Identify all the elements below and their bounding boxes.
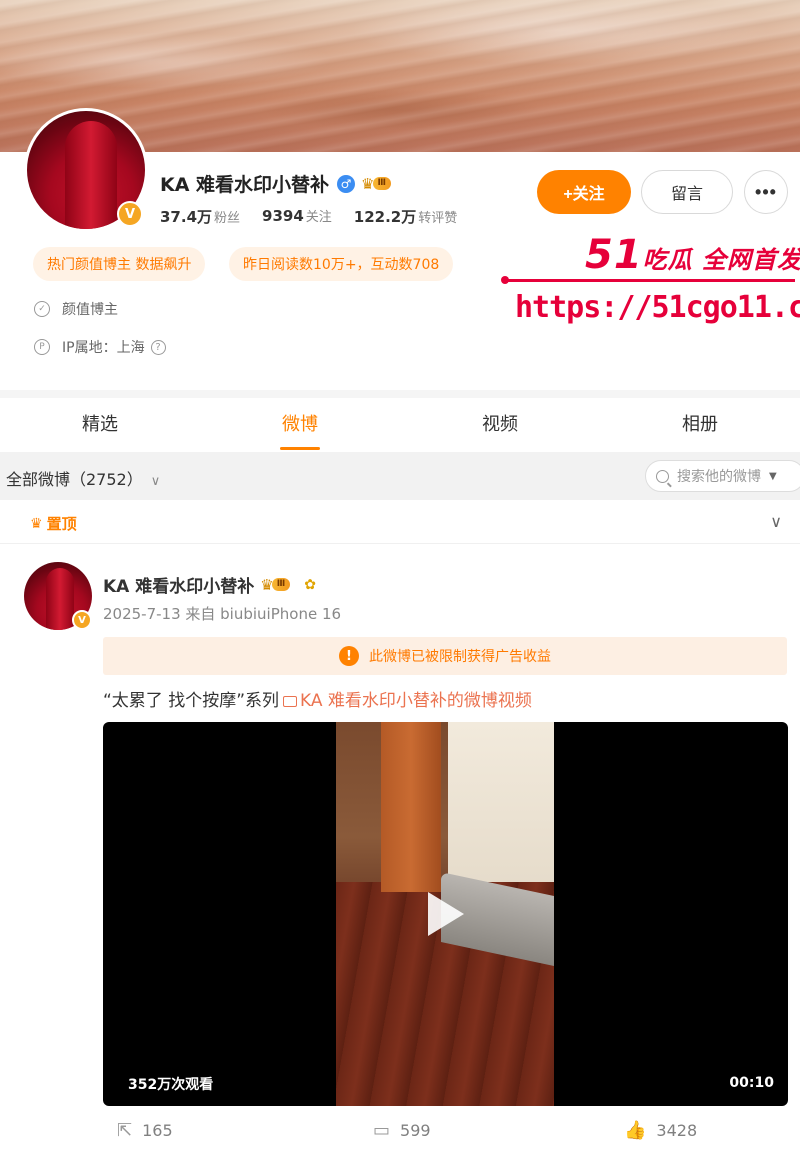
crown-icon: ♛ bbox=[30, 515, 43, 532]
vip-crown-icon[interactable]: ♛ Ⅲ bbox=[361, 175, 392, 193]
post-timestamp[interactable]: 2025-7-13 来自 biubiuiPhone 16 bbox=[103, 603, 341, 624]
video-duration: 00:10 bbox=[729, 1075, 774, 1091]
tab-album[interactable]: 相册 bbox=[600, 398, 800, 452]
interactions-stat[interactable]: 122.2万 转评赞 bbox=[354, 206, 457, 227]
post-verified-badge-icon: V bbox=[72, 610, 92, 630]
watermark-divider bbox=[501, 276, 795, 284]
all-posts-filter[interactable]: 全部微博（2752） ∨ bbox=[6, 466, 160, 490]
tab-featured[interactable]: 精选 bbox=[0, 398, 200, 452]
video-icon bbox=[283, 696, 298, 707]
post-username[interactable]: KA 难看水印小替补 bbox=[103, 572, 254, 597]
search-icon bbox=[656, 469, 669, 483]
ip-location-label: IP属地：上海 bbox=[62, 340, 145, 356]
more-options-button[interactable]: ••• bbox=[744, 170, 788, 214]
post-text: “太累了 找个按摩”系列 KA 难看水印小替补的微博视频 bbox=[103, 691, 532, 711]
play-icon[interactable] bbox=[428, 892, 464, 936]
warning-icon: ! bbox=[339, 646, 359, 666]
video-player[interactable]: 352万次观看 00:10 bbox=[103, 722, 788, 1106]
thumbs-up-icon: 👍 bbox=[624, 1120, 647, 1141]
following-stat[interactable]: 9394 关注 bbox=[262, 206, 332, 227]
message-button[interactable]: 留言 bbox=[641, 170, 733, 214]
category-row: ✓ 颜值博主 bbox=[34, 299, 118, 319]
ip-location-row: P IP属地：上海 ? bbox=[34, 337, 166, 357]
tab-video[interactable]: 视频 bbox=[400, 398, 600, 452]
pinned-header: ♛ 置顶 ∨ bbox=[0, 500, 800, 544]
reading-stats-tag[interactable]: 昨日阅读数10万+，互动数708 bbox=[229, 247, 454, 281]
profile-stats: 37.4万 粉丝 9394 关注 122.2万 转评赞 bbox=[160, 206, 457, 227]
tab-weibo[interactable]: 微博 bbox=[200, 398, 400, 452]
verified-badge-icon: V bbox=[117, 201, 143, 227]
watermark-overlay: 51吃瓜 全网首发 https://51cgo11.com bbox=[501, 232, 800, 342]
followers-stat[interactable]: 37.4万 粉丝 bbox=[160, 206, 240, 227]
comment-icon: ▭ bbox=[373, 1120, 391, 1141]
watermark-title: 51吃瓜 全网首发 bbox=[585, 232, 800, 278]
share-icon: ⇱ bbox=[117, 1120, 133, 1141]
comment-button[interactable]: ▭ 599 bbox=[373, 1120, 431, 1141]
shield-icon: ✓ bbox=[34, 301, 50, 317]
repost-button[interactable]: ⇱ 165 bbox=[117, 1120, 173, 1141]
watermark-url: https://51cgo11.com bbox=[515, 290, 800, 325]
help-icon[interactable]: ? bbox=[150, 339, 166, 355]
post-search-input[interactable]: 搜索他的微博 ▼ bbox=[645, 460, 800, 492]
dropdown-arrow-icon[interactable]: ▼ bbox=[769, 471, 777, 482]
male-gender-icon: ♂ bbox=[337, 174, 356, 193]
search-placeholder: 搜索他的微博 bbox=[677, 469, 761, 485]
profile-tabs: 精选 微博 视频 相册 bbox=[0, 398, 800, 452]
post-vip-crown-icon[interactable]: ♛ Ⅲ bbox=[260, 576, 291, 594]
like-button[interactable]: 👍 3428 bbox=[624, 1120, 697, 1141]
ip-icon: P bbox=[34, 339, 50, 355]
ad-restriction-notice: ! 此微博已被限制获得广告收益 bbox=[103, 637, 787, 675]
collapse-chevron-icon[interactable]: ∨ bbox=[770, 512, 782, 531]
profile-username: KA 难看水印小替补 bbox=[160, 174, 330, 196]
post-author-row: KA 难看水印小替补 ♛ Ⅲ ✿ bbox=[103, 572, 316, 598]
profile-name-row: KA 难看水印小替补 ♂ ♛ Ⅲ bbox=[160, 170, 392, 197]
pinned-label: ♛ 置顶 bbox=[30, 515, 77, 533]
video-link[interactable]: KA 难看水印小替补的微博视频 bbox=[283, 691, 532, 711]
chevron-down-icon: ∨ bbox=[150, 474, 161, 489]
hot-creator-tag[interactable]: 热门颜值博主 数据飙升 bbox=[33, 247, 206, 281]
sunflower-icon: ✿ bbox=[304, 576, 316, 593]
view-count: 352万次观看 bbox=[128, 1077, 214, 1093]
filter-bar: 全部微博（2752） ∨ 搜索他的微博 ▼ bbox=[0, 452, 800, 500]
category-label: 颜值博主 bbox=[62, 302, 118, 318]
section-divider bbox=[0, 390, 800, 398]
follow-button[interactable]: +关注 bbox=[537, 170, 631, 214]
